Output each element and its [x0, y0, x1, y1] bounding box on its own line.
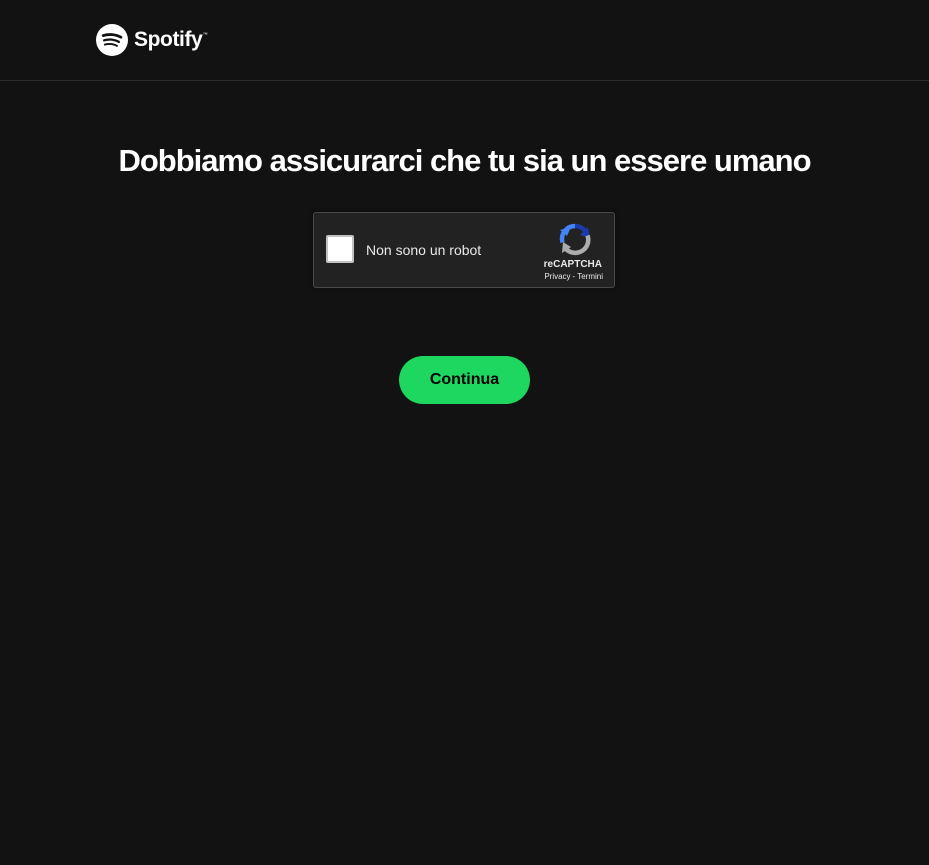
page-title: Dobbiamo assicurarci che tu sia un esser…	[118, 143, 811, 178]
recaptcha-label: Non sono un robot	[366, 242, 482, 258]
logo-trademark: ™	[202, 32, 208, 38]
recaptcha-links-separator: -	[572, 272, 576, 281]
recaptcha-privacy-link[interactable]: Privacy	[544, 272, 570, 281]
recaptcha-brand: reCAPTCHA	[543, 259, 602, 270]
continue-button[interactable]: Continua	[399, 356, 530, 404]
spotify-logo-icon	[96, 24, 128, 56]
logo-wordmark: Spotify ™	[134, 28, 208, 52]
recaptcha-checkbox[interactable]	[326, 235, 354, 263]
recaptcha-links: Privacy - Termini	[503, 272, 603, 282]
recaptcha-terms-link[interactable]: Termini	[577, 272, 603, 281]
spotify-logo[interactable]: Spotify ™	[96, 24, 208, 56]
logo-text: Spotify	[134, 28, 203, 51]
recaptcha-widget: Non sono un robot reCAPTCHA Privacy - Term…	[313, 212, 615, 288]
top-header: Spotify ™	[0, 0, 929, 81]
recaptcha-logo-icon	[559, 223, 591, 256]
